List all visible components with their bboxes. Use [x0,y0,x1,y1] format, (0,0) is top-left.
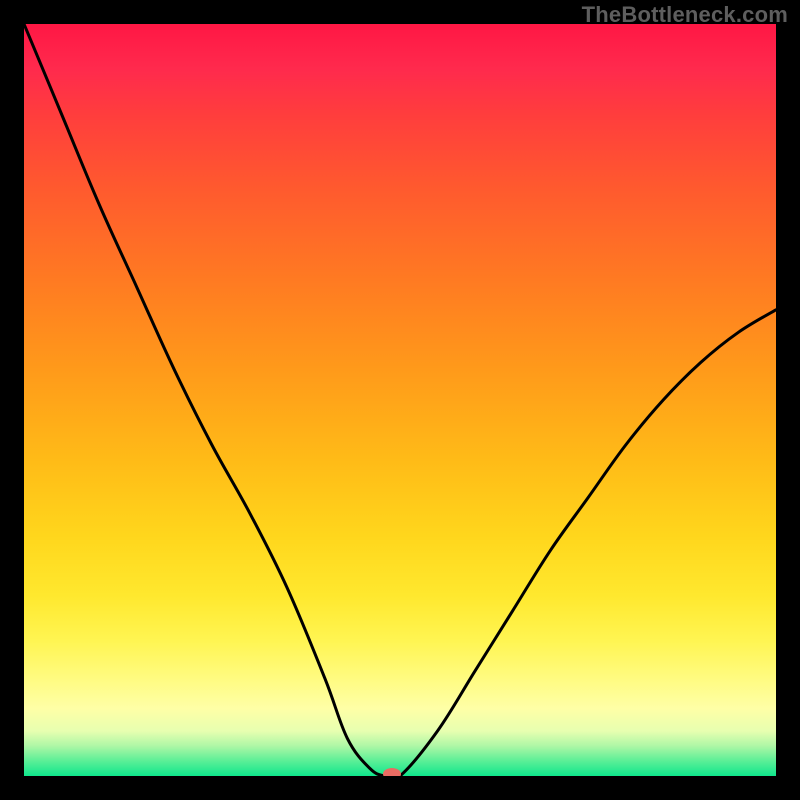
plot-area [24,24,776,776]
chart-frame: TheBottleneck.com [0,0,800,800]
optimal-marker [383,768,401,776]
curve-svg [24,24,776,776]
bottleneck-curve [24,24,776,776]
